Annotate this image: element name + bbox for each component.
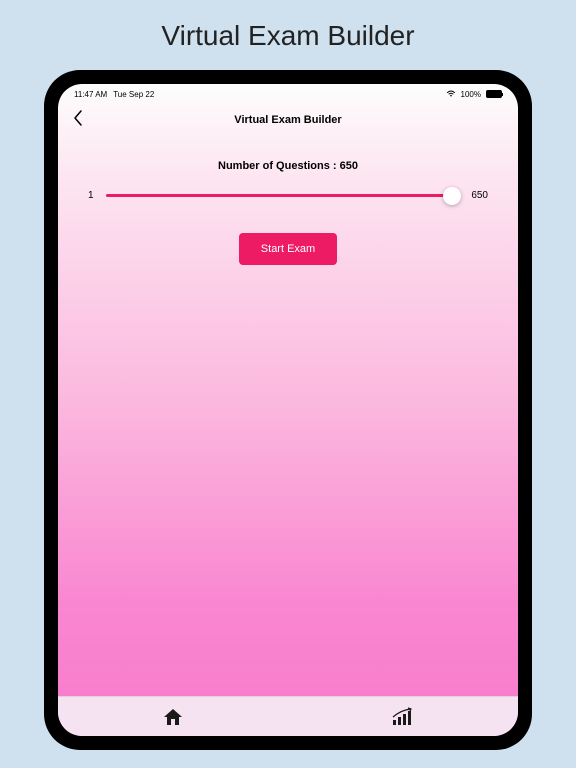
nav-bar: Virtual Exam Builder xyxy=(58,101,518,140)
battery-icon xyxy=(486,90,502,98)
slider-track[interactable] xyxy=(106,194,460,197)
status-bar: 11:47 AM Tue Sep 22 100% xyxy=(58,84,518,101)
question-count-label: Number of Questions : 650 xyxy=(58,160,518,172)
stats-icon xyxy=(391,707,415,727)
wifi-icon xyxy=(446,89,456,99)
status-date: Tue Sep 22 xyxy=(113,90,154,99)
ipad-screen: 11:47 AM Tue Sep 22 100% Virtual Exam Bu… xyxy=(58,84,518,736)
status-time: 11:47 AM xyxy=(74,90,107,99)
tab-bar xyxy=(58,696,518,736)
tab-home[interactable] xyxy=(58,697,288,736)
slider-max-label: 650 xyxy=(471,190,488,201)
slider-min-label: 1 xyxy=(88,190,94,201)
tab-stats[interactable] xyxy=(288,697,518,736)
start-exam-button[interactable]: Start Exam xyxy=(239,233,337,265)
page-title: Virtual Exam Builder xyxy=(0,0,576,68)
back-button[interactable] xyxy=(72,109,84,130)
home-icon xyxy=(162,707,184,727)
slider-thumb[interactable] xyxy=(443,187,461,205)
nav-title: Virtual Exam Builder xyxy=(234,114,341,126)
question-slider[interactable]: 1 650 xyxy=(58,190,518,201)
ipad-frame: 11:47 AM Tue Sep 22 100% Virtual Exam Bu… xyxy=(44,70,532,750)
battery-percent-label: 100% xyxy=(461,90,481,99)
